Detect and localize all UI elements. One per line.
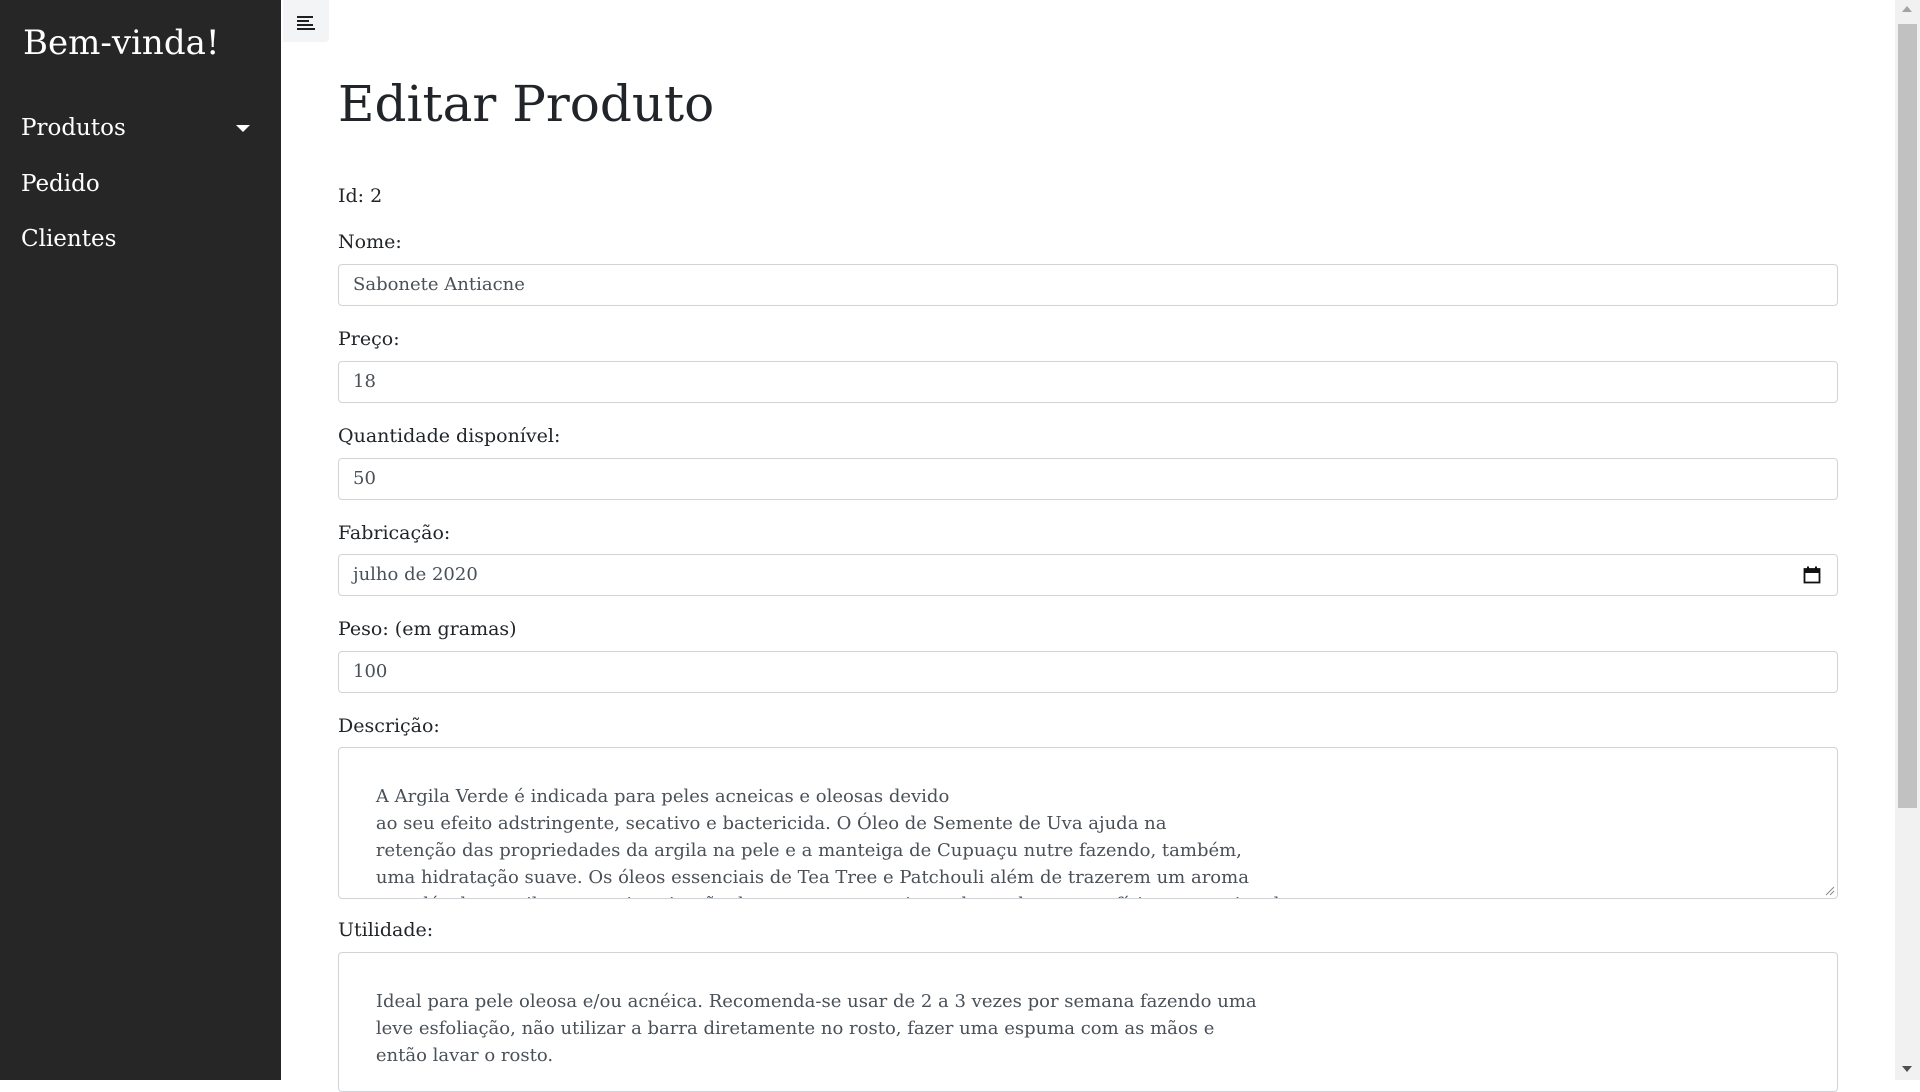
sidebar-item-label: Clientes xyxy=(21,226,117,252)
sidebar-item-clientes[interactable]: Clientes xyxy=(21,219,261,259)
page-title: Editar Produto xyxy=(338,75,715,133)
peso-label: Peso: (em gramas) xyxy=(338,618,517,640)
descricao-textarea[interactable]: A Argila Verde é indicada para peles acn… xyxy=(338,747,1838,899)
sidebar-item-produtos[interactable]: Produtos xyxy=(21,108,261,148)
product-id: Id: 2 xyxy=(338,185,383,207)
brand-title: Bem-vinda! xyxy=(23,23,220,63)
resize-grip-icon[interactable] xyxy=(1823,884,1835,896)
descricao-label: Descrição: xyxy=(338,715,440,737)
sidebar-item-label: Pedido xyxy=(21,171,100,197)
scroll-down-icon[interactable] xyxy=(1902,1066,1912,1072)
sidebar-item-label: Produtos xyxy=(21,115,126,141)
scroll-up-icon[interactable] xyxy=(1902,6,1912,12)
quantidade-input[interactable]: 50 xyxy=(338,458,1838,500)
preco-input[interactable]: 18 xyxy=(338,361,1838,403)
fabricacao-value: julho de 2020 xyxy=(353,564,478,585)
quantidade-label: Quantidade disponível: xyxy=(338,425,561,447)
scroll-thumb[interactable] xyxy=(1898,24,1917,808)
sidebar: Bem-vinda! Produtos Pedido Clientes xyxy=(0,0,281,1080)
preco-label: Preço: xyxy=(338,328,400,350)
vertical-scrollbar[interactable] xyxy=(1895,0,1920,1080)
utilidade-textarea[interactable]: Ideal para pele oleosa e/ou acnéica. Rec… xyxy=(338,952,1838,1092)
nome-label: Nome: xyxy=(338,231,402,253)
calendar-icon[interactable] xyxy=(1803,566,1821,584)
peso-input[interactable]: 100 xyxy=(338,651,1838,693)
utilidade-text: Ideal para pele oleosa e/ou acnéica. Rec… xyxy=(375,991,1257,1066)
fabricacao-date-input[interactable]: julho de 2020 xyxy=(338,554,1838,596)
sidebar-toggle-button[interactable] xyxy=(283,0,329,42)
utilidade-label: Utilidade: xyxy=(338,919,434,941)
nome-input[interactable]: Sabonete Antiacne xyxy=(338,264,1838,306)
chevron-down-icon xyxy=(236,125,250,132)
sidebar-item-pedido[interactable]: Pedido xyxy=(21,164,261,204)
main-content: Editar Produto Id: 2 Nome: Sabonete Anti… xyxy=(338,0,1840,1092)
fabricacao-label: Fabricação: xyxy=(338,522,451,544)
descricao-text: A Argila Verde é indicada para peles acn… xyxy=(375,786,1285,898)
